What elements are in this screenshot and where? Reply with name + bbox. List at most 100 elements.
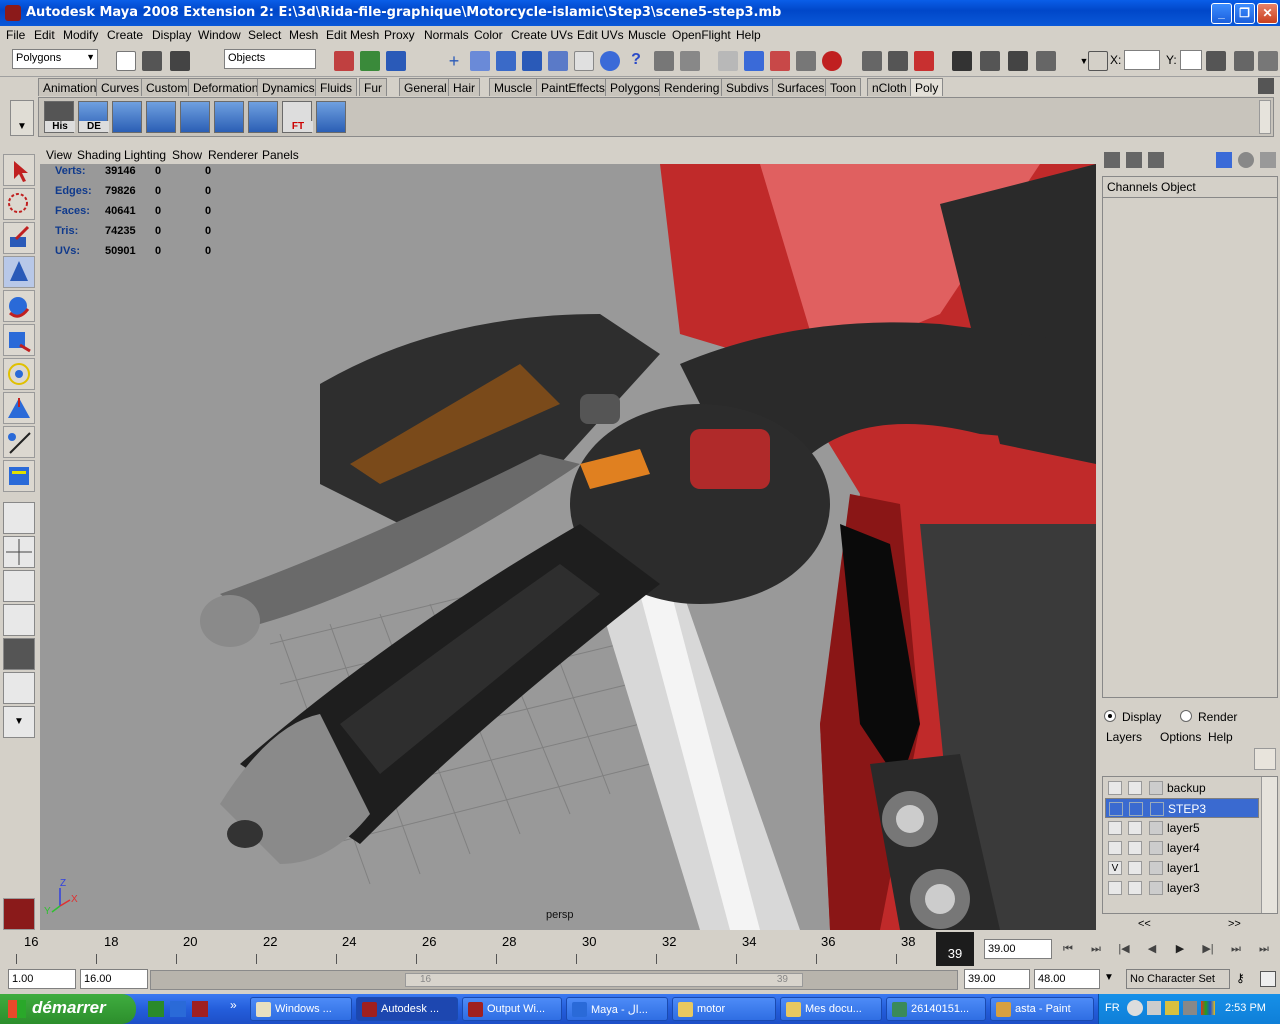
vp-menu-renderer[interactable]: Renderer [208,148,258,162]
mode-dropdown[interactable]: Polygons ▼ [12,49,98,69]
shelf-button-freeze[interactable]: FT [282,101,313,133]
go-to-start-icon[interactable]: ⏮ [1058,939,1078,959]
task-maya-browser[interactable]: Maya - ال... [566,997,668,1021]
shelf-button-delete[interactable]: DE [78,101,109,133]
shelf-tab-ncloth[interactable]: nCloth [867,78,912,96]
visibility-checkbox[interactable] [1109,802,1123,816]
shelf-button-merge[interactable] [214,101,244,133]
range-start-field[interactable]: 16.00 [80,969,148,989]
layer-row-backup[interactable]: backup [1105,778,1259,798]
layer-row-layer3[interactable]: layer3 [1105,878,1259,898]
shelf-tab-surfaces[interactable]: Surfaces [772,78,830,96]
open-scene-icon[interactable] [142,51,162,71]
menu-edit-uvs[interactable]: Edit UVs [577,28,624,42]
menu-muscle[interactable]: Muscle [628,28,666,42]
task-windows[interactable]: Windows ... [250,997,352,1021]
trash-icon[interactable] [1258,78,1274,94]
step-forward-key-icon[interactable]: ⏭ [1226,939,1246,959]
brush-icon[interactable] [1260,152,1276,168]
task-image[interactable]: 26140151... [886,997,986,1021]
layer-color-swatch[interactable] [1149,821,1163,835]
graph-editor-layout-icon[interactable] [3,672,35,704]
menu-edit[interactable]: Edit [34,28,55,42]
hypershade-layout-icon[interactable] [3,638,35,670]
menu-create[interactable]: Create [107,28,143,42]
shelf-button-bevel[interactable] [180,101,210,133]
single-pane-layout-icon[interactable] [3,502,35,534]
layout-menu-chevron-icon[interactable]: ▼ [3,706,35,738]
select-hierarchy-icon[interactable] [334,51,354,71]
plus-icon[interactable]: + [444,51,464,71]
task-motor-folder[interactable]: motor [672,997,776,1021]
layer-row-layer4[interactable]: layer4 [1105,838,1259,858]
range-slider-handle[interactable]: 16 39 [405,973,803,987]
animation-prefs-icon[interactable] [1260,971,1276,987]
tray-expand-icon[interactable] [1127,1000,1143,1016]
persp-graph-layout-icon[interactable] [3,604,35,636]
vp-menu-shading[interactable]: Shading [77,148,121,162]
shelf-tab-toon[interactable]: Toon [825,78,862,96]
snap-point-icon[interactable] [496,51,516,71]
channels-menu[interactable]: Channels [1107,180,1158,194]
volume-icon[interactable] [1183,1001,1197,1015]
render-globals-icon[interactable] [1036,51,1056,71]
sphere-icon[interactable] [1238,152,1254,168]
universal-manipulator-icon[interactable] [3,358,35,390]
move-tool-icon[interactable] [3,256,35,288]
visibility-checkbox[interactable] [1108,781,1122,795]
maximize-button[interactable]: ❐ [1234,3,1255,24]
options-menu[interactable]: Options [1160,730,1201,744]
select-component-icon[interactable] [386,51,406,71]
menu-proxy[interactable]: Proxy [384,28,415,42]
step-back-frame-icon[interactable]: |◀ [1114,939,1134,959]
tray-msn-icon[interactable] [1201,1001,1215,1015]
shelf-tab-painteffects[interactable]: PaintEffects [536,78,610,96]
chevron-right-icon[interactable]: » [230,998,237,1012]
selection-mask-field[interactable]: Objects [224,49,316,69]
menu-edit-mesh[interactable]: Edit Mesh [326,28,379,42]
task-my-documents[interactable]: Mes docu... [780,997,882,1021]
snap-view-icon[interactable] [574,51,594,71]
y-input[interactable] [1180,50,1202,70]
four-pane-layout-icon[interactable] [3,536,35,568]
scroll-left-button[interactable]: << [1138,918,1151,930]
display-radio[interactable] [1104,710,1116,722]
layers-menu[interactable]: Layers [1106,730,1142,744]
quicklaunch-icon[interactable] [148,1001,164,1017]
task-output-window[interactable]: Output Wi... [462,997,562,1021]
layer-color-swatch[interactable] [1150,802,1164,816]
lock-icon[interactable] [654,51,674,71]
vp-menu-panels[interactable]: Panels [262,148,299,162]
shelf-tab-hair[interactable]: Hair [448,78,481,96]
minimize-button[interactable]: _ [1211,3,1232,24]
scroll-right-button[interactable]: >> [1228,918,1241,930]
ipr-render-icon[interactable] [744,51,764,71]
menu-select[interactable]: Select [248,28,281,42]
tool-settings-icon[interactable] [1234,51,1254,71]
visibility-checkbox[interactable]: V [1108,861,1122,875]
range-end-field[interactable]: 39.00 [964,969,1030,989]
task-paint[interactable]: asta - Paint [990,997,1094,1021]
snap-curve-icon[interactable] [470,51,490,71]
play-forward-icon[interactable]: ▶ [1170,939,1190,959]
current-frame-marker[interactable]: 39 [936,932,974,966]
snapshot-icon[interactable] [822,51,842,71]
shelf-button-split-polygon[interactable] [112,101,142,133]
paint-select-tool-icon[interactable] [3,222,35,254]
chevron-down-icon[interactable]: ▼ [1104,972,1114,983]
shelf-button-history[interactable]: His [44,101,75,133]
template-checkbox[interactable] [1128,781,1142,795]
vp-menu-show[interactable]: Show [172,148,202,162]
current-time-field[interactable]: 39.00 [984,939,1052,959]
task-autodesk[interactable]: Autodesk ... [356,997,458,1021]
axis-icon[interactable] [1216,152,1232,168]
shelf-tab-general[interactable]: General [399,78,452,96]
shelf-tab-subdivs[interactable]: Subdivs [721,78,774,96]
step-back-key-icon[interactable]: ⏭ [1086,939,1106,959]
key-icon[interactable]: ⚷ [1236,971,1256,987]
menu-normals[interactable]: Normals [424,28,469,42]
tray-app-icon[interactable] [1165,1001,1179,1015]
shelf-tab-polygons[interactable]: Polygons [605,78,665,96]
template-checkbox[interactable] [1128,861,1142,875]
new-scene-icon[interactable] [116,51,136,71]
